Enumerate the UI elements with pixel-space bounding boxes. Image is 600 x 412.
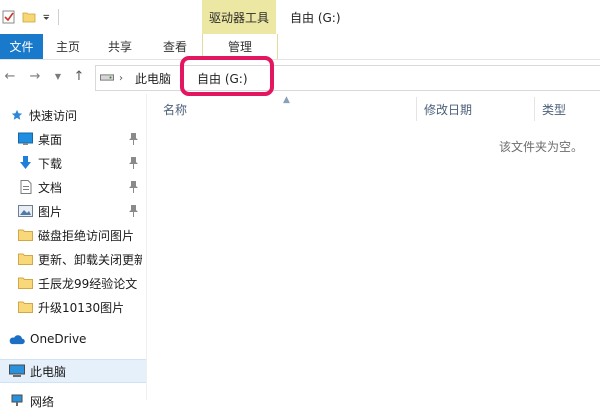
breadcrumb-separator-icon[interactable]: › <box>119 66 123 90</box>
navigation-pane: 快速访问 桌面 下载 文档 图片 磁盘拒绝访问图片 更新、卸载关闭更新 壬辰龙9… <box>0 100 146 409</box>
context-tab-drive-tools: 驱动器工具 <box>202 0 276 34</box>
pin-icon[interactable] <box>128 204 139 217</box>
ribbon-tabs: 文件 主页 共享 查看 管理 <box>0 34 600 60</box>
download-icon <box>20 156 31 169</box>
pin-icon[interactable] <box>128 132 139 145</box>
breadcrumb-this-pc[interactable]: 此电脑 <box>135 66 171 90</box>
nav-item-folder[interactable]: 升级10130图片 <box>0 296 146 318</box>
tab-home[interactable]: 主页 <box>50 34 86 59</box>
pin-icon[interactable] <box>128 180 139 193</box>
nav-item-pictures[interactable]: 图片 <box>0 200 146 222</box>
back-arrow-icon[interactable]: ← <box>2 68 18 84</box>
column-header-type[interactable]: 类型 <box>542 101 566 117</box>
folder-icon <box>18 229 33 241</box>
window-title: 自由 (G:) <box>290 10 341 25</box>
folder-icon <box>18 277 33 289</box>
nav-item-folder[interactable]: 更新、卸载关闭更新 <box>0 248 146 270</box>
column-header-modified[interactable]: 修改日期 <box>424 101 472 117</box>
nav-item-documents[interactable]: 文档 <box>0 176 146 198</box>
quick-access-toolbar <box>0 0 59 34</box>
star-icon <box>11 109 23 120</box>
drive-icon <box>100 74 114 81</box>
navigation-bar: ← → ▼ ↑ › 此电脑 › 自由 (G:) <box>0 60 600 94</box>
nav-onedrive[interactable]: OneDrive <box>0 328 146 350</box>
nav-network[interactable]: 网络 <box>0 390 146 412</box>
pin-icon[interactable] <box>128 156 139 169</box>
nav-item-downloads[interactable]: 下载 <box>0 152 146 174</box>
column-divider[interactable] <box>534 97 535 121</box>
nav-item-desktop[interactable]: 桌面 <box>0 128 146 150</box>
nav-quick-access[interactable]: 快速访问 <box>0 104 146 126</box>
document-icon <box>20 180 32 194</box>
network-icon <box>11 394 23 406</box>
customize-dropdown-icon[interactable] <box>42 10 52 24</box>
folder-icon <box>18 253 33 265</box>
cloud-icon <box>9 335 25 345</box>
folder-icon <box>18 301 33 313</box>
tab-file[interactable]: 文件 <box>0 34 43 59</box>
computer-icon <box>9 364 25 377</box>
toolbar-divider <box>58 9 59 25</box>
forward-arrow-icon[interactable]: → <box>27 68 43 84</box>
column-divider[interactable] <box>416 97 417 121</box>
address-bar[interactable]: › 此电脑 › 自由 (G:) <box>95 65 600 91</box>
desktop-icon <box>18 132 33 145</box>
pane-splitter[interactable] <box>146 94 147 400</box>
properties-icon[interactable] <box>2 10 16 24</box>
empty-folder-message: 该文件夹为空。 <box>499 140 584 154</box>
new-folder-icon[interactable] <box>22 10 36 24</box>
picture-icon <box>18 205 33 217</box>
nav-item-folder[interactable]: 磁盘拒绝访问图片 <box>0 224 146 246</box>
recent-locations-chevron-icon[interactable]: ▼ <box>50 68 66 84</box>
tab-share[interactable]: 共享 <box>100 34 140 59</box>
title-bar: 驱动器工具 自由 (G:) <box>0 0 600 34</box>
sort-ascending-icon: ▲ <box>283 95 290 105</box>
nav-this-pc[interactable]: 此电脑 <box>0 359 146 383</box>
up-arrow-icon[interactable]: ↑ <box>71 68 87 84</box>
nav-item-folder[interactable]: 壬辰龙99经验论文 <box>0 272 146 294</box>
annotation-highlight-box <box>180 56 274 96</box>
column-header-name[interactable]: 名称 <box>163 101 187 117</box>
